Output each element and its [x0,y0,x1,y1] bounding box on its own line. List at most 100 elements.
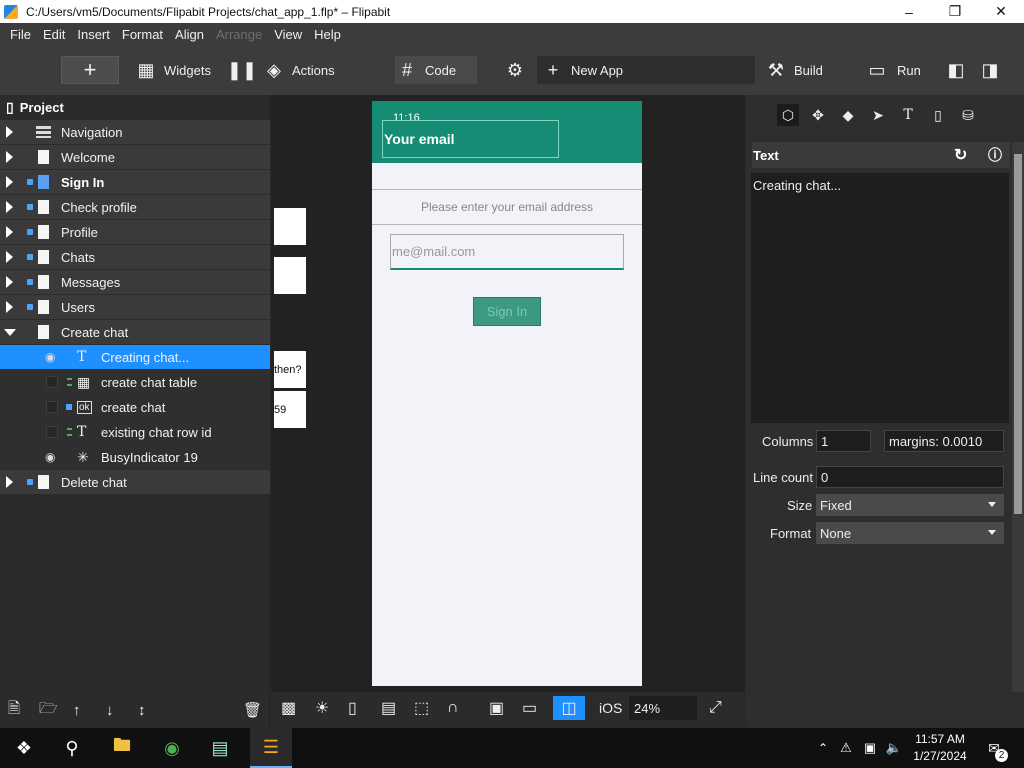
new-app-button[interactable]: + New App [537,56,755,84]
toggle-right-panel-button[interactable]: ◨ [980,56,1000,84]
menu-edit[interactable]: Edit [37,27,71,42]
new-folder-icon[interactable]: 🗁 [39,698,58,723]
close-button[interactable]: ✕ [978,0,1024,23]
tree-item-existing-chat-row-id[interactable]: T existing chat row id [0,420,270,445]
widgets-button[interactable]: ▦ Widgets [136,56,210,84]
tree-item-busy-indicator[interactable]: ◉ ✳ BusyIndicator 19 [0,445,270,470]
expand-arrow-icon[interactable] [6,151,13,163]
text-content-field[interactable]: Creating chat... [751,173,1009,423]
add-page-button[interactable]: + [61,56,119,84]
move-up-icon[interactable]: ↑ [73,702,81,719]
menu-file[interactable]: File [4,27,37,42]
flipabit-taskbar-icon[interactable]: ☰ [250,728,292,768]
trash-icon[interactable]: 🗑 [243,701,262,719]
tree-item-check-profile[interactable]: Check profile [0,195,270,220]
actions-button[interactable]: ◈ Actions [264,56,335,84]
expand-arrow-icon[interactable] [6,276,13,288]
windows-start-icon[interactable]: ❖ [8,728,40,768]
system-clock[interactable]: 11:57 AM 1/27/2024 [912,731,968,765]
cursor-icon[interactable]: ➤ [867,104,889,126]
settings-button[interactable]: ⚙ [505,56,525,84]
tree-item-chats[interactable]: Chats [0,245,270,270]
move-down-icon[interactable]: ↓ [106,702,114,719]
collapse-arrow-icon[interactable] [4,328,16,336]
columns-spinbox[interactable]: 1 [816,430,871,452]
reset-icon[interactable]: ↻ [954,145,967,165]
tree-item-create-chat-table[interactable]: ▦ create chat table [0,370,270,395]
run-button[interactable]: ▭ Run [865,56,920,84]
tree-item-navigation[interactable]: Navigation [0,120,270,145]
device-both-icon[interactable]: ◫ [553,696,585,720]
paint-bucket-icon[interactable]: ◆ [837,104,859,126]
email-input[interactable]: me@mail.com [390,234,624,270]
info-icon[interactable]: ⓘ [988,145,1002,165]
menu-align[interactable]: Align [169,27,210,42]
code-button[interactable]: # Code [395,56,477,84]
zoom-field[interactable]: 24% [629,696,697,720]
database-icon[interactable]: ⛁ [957,104,979,126]
eye-icon[interactable]: ◉ [45,450,55,464]
phone-icon[interactable]: ▯ [927,104,949,126]
network-warning-icon[interactable]: ⚠ [836,728,856,768]
volume-icon[interactable]: 🔈 [884,728,904,768]
maximize-button[interactable]: ❐ [932,0,978,23]
tree-item-create-chat-action[interactable]: ok create chat [0,395,270,420]
tree-item-profile[interactable]: Profile [0,220,270,245]
fit-screen-icon[interactable]: ⤢ [709,696,722,720]
expand-arrow-icon[interactable] [6,226,13,238]
brightness-icon[interactable]: ☀ [315,696,329,720]
eye-icon[interactable]: ◉ [45,350,55,364]
chrome-icon[interactable]: ◉ [156,728,188,768]
new-page-icon[interactable]: 🗎 [8,698,20,723]
visibility-checkbox[interactable] [46,376,58,388]
move-icon[interactable]: ✥ [807,104,829,126]
file-explorer-icon[interactable]: 🖿 [106,728,138,768]
magnet-icon[interactable]: ∩ [447,696,459,720]
app-icon[interactable]: ▤ [204,728,236,768]
phone-icon[interactable]: ▯ [348,696,357,720]
expand-arrow-icon[interactable] [6,176,13,188]
device-landscape-icon[interactable]: ▭ [522,696,537,720]
text-icon[interactable]: T [897,104,919,126]
search-icon[interactable]: ⚲ [56,728,88,768]
size-dropdown[interactable]: Fixed [816,494,1004,516]
expand-arrow-icon[interactable] [6,476,13,488]
collapse-all-icon[interactable]: ↕ [138,702,146,719]
menu-format[interactable]: Format [116,27,169,42]
screenshot-icon[interactable]: ▩ [281,696,296,720]
notifications-icon[interactable]: ✉ [982,728,1006,768]
line-count-spinbox[interactable]: 0 [816,466,1004,488]
visibility-checkbox[interactable] [46,426,58,438]
tree-item-create-chat[interactable]: Create chat [0,320,270,345]
tree-item-users[interactable]: Users [0,295,270,320]
platform-ios[interactable]: iOS [599,696,622,720]
format-dropdown[interactable]: None [816,522,1004,544]
tree-item-sign-in[interactable]: Sign In [0,170,270,195]
toggle-left-panel-button[interactable]: ◧ [946,56,966,84]
build-button[interactable]: ⚒ Build [766,56,823,84]
chevron-up-icon[interactable]: ⌃ [814,728,832,768]
instruction-text[interactable]: Please enter your email address [372,189,642,225]
design-canvas[interactable]: then? 59 11:16 Your email Please enter y… [271,95,745,692]
network-icon[interactable]: ▣ [860,728,880,768]
margins-spinbox[interactable]: margins: 0.0010 [884,430,1004,452]
minimize-button[interactable]: – [886,0,932,23]
menu-view[interactable]: View [268,27,308,42]
expand-arrow-icon[interactable] [6,301,13,313]
menu-help[interactable]: Help [308,27,347,42]
cube-icon[interactable]: ⬡ [777,104,799,126]
expand-arrow-icon[interactable] [6,201,13,213]
email-title-widget[interactable]: Your email [382,120,559,158]
expand-arrow-icon[interactable] [6,126,13,138]
pause-button[interactable]: ❚❚ [227,56,257,84]
scrollbar-thumb[interactable] [1014,154,1022,514]
tree-item-delete-chat[interactable]: Delete chat [0,470,270,495]
tree-item-welcome[interactable]: Welcome [0,145,270,170]
inspector-scrollbar[interactable] [1012,142,1024,692]
visibility-checkbox[interactable] [46,401,58,413]
expand-arrow-icon[interactable] [6,251,13,263]
tree-item-messages[interactable]: Messages [0,270,270,295]
sign-in-button[interactable]: Sign In [473,297,541,326]
menu-insert[interactable]: Insert [71,27,116,42]
selection-icon[interactable]: ⬚ [414,696,429,720]
